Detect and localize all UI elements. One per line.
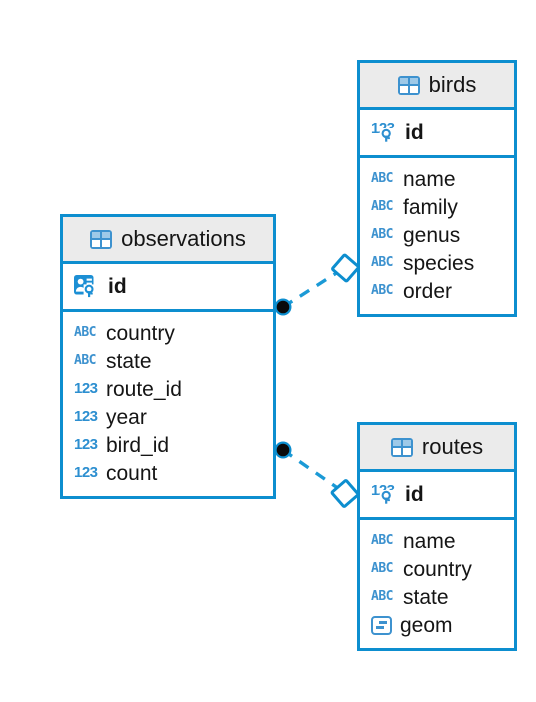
number-key-icon: 123 xyxy=(371,483,397,505)
field-row[interactable]: ABC country xyxy=(63,319,273,347)
relationship-line xyxy=(282,270,339,309)
field-row[interactable]: ABC state xyxy=(63,347,273,375)
field-label: name xyxy=(403,167,456,191)
table-icon xyxy=(90,229,113,249)
field-label: name xyxy=(403,529,456,553)
abc-icon: ABC xyxy=(371,589,393,604)
record-key-icon xyxy=(74,274,100,298)
relationship-endpoint-circle xyxy=(276,300,290,314)
field-label: species xyxy=(403,251,475,275)
field-label: geom xyxy=(400,613,453,637)
field-label: family xyxy=(403,195,458,219)
entity-observations[interactable]: observations id ABC country ABC state 12… xyxy=(60,214,276,499)
abc-icon: ABC xyxy=(371,561,393,576)
relationship-endpoint-circle-outer xyxy=(274,441,292,459)
field-label: id xyxy=(405,120,424,144)
field-row-pk[interactable]: 123 id xyxy=(360,480,514,508)
entity-title: birds xyxy=(428,72,477,97)
field-row[interactable]: ABC state xyxy=(360,583,514,611)
abc-icon: ABC xyxy=(74,325,96,340)
field-label: country xyxy=(403,557,472,581)
blob-icon xyxy=(371,615,392,635)
field-row[interactable]: 123 year xyxy=(63,403,273,431)
relationship-endpoint-diamond xyxy=(331,253,360,283)
abc-icon: ABC xyxy=(371,533,393,548)
entity-title: observations xyxy=(121,226,246,251)
er-diagram-canvas: birds 123 id ABC name xyxy=(0,0,536,702)
number-key-icon: 123 xyxy=(371,121,397,143)
entity-fields-observations: ABC country ABC state 123 route_id 123 y… xyxy=(63,312,273,496)
field-label: id xyxy=(405,482,424,506)
field-label: genus xyxy=(403,223,461,247)
entity-keys-observations: id xyxy=(63,264,273,312)
entity-fields-birds: ABC name ABC family ABC genus ABC specie… xyxy=(360,158,514,314)
abc-icon: ABC xyxy=(371,283,393,298)
table-icon xyxy=(397,75,420,95)
field-label: order xyxy=(403,279,453,303)
abc-icon: ABC xyxy=(371,199,393,214)
entity-fields-routes: ABC name ABC country ABC state geom xyxy=(360,520,514,648)
table-icon xyxy=(390,437,413,457)
abc-icon: ABC xyxy=(371,227,393,242)
relationship-observations-birds[interactable] xyxy=(274,253,360,316)
field-label: route_id xyxy=(106,377,182,401)
entity-title: routes xyxy=(421,434,484,459)
field-row[interactable]: geom xyxy=(360,611,514,639)
number-icon: 123 xyxy=(74,436,98,453)
number-icon: 123 xyxy=(74,408,98,425)
field-row[interactable]: 123 count xyxy=(63,459,273,487)
field-row-pk[interactable]: id xyxy=(63,272,273,300)
field-label: state xyxy=(403,585,449,609)
entity-routes[interactable]: routes 123 id ABC name xyxy=(357,422,517,651)
entity-keys-routes: 123 id xyxy=(360,472,514,520)
number-icon: 123 xyxy=(74,464,98,481)
relationship-endpoint-circle-outer xyxy=(274,298,292,316)
field-label: count xyxy=(106,461,158,485)
entity-birds[interactable]: birds 123 id ABC name xyxy=(357,60,517,317)
entity-header-birds[interactable]: birds xyxy=(360,63,514,110)
field-row[interactable]: ABC order xyxy=(360,277,514,305)
field-label: year xyxy=(106,405,147,429)
field-row[interactable]: ABC country xyxy=(360,555,514,583)
relationship-endpoint-circle xyxy=(276,443,290,457)
field-label: country xyxy=(106,321,175,345)
entity-header-routes[interactable]: routes xyxy=(360,425,514,472)
entity-header-observations[interactable]: observations xyxy=(63,217,273,264)
field-row-pk[interactable]: 123 id xyxy=(360,118,514,146)
relationship-line xyxy=(282,448,340,491)
abc-icon: ABC xyxy=(371,255,393,270)
entity-keys-birds: 123 id xyxy=(360,110,514,158)
abc-icon: ABC xyxy=(371,171,393,186)
relationship-observations-routes[interactable] xyxy=(274,441,360,508)
relationship-endpoint-diamond xyxy=(330,479,360,508)
field-row[interactable]: ABC name xyxy=(360,165,514,193)
field-label: bird_id xyxy=(106,433,170,457)
field-row[interactable]: ABC family xyxy=(360,193,514,221)
field-label: id xyxy=(108,274,127,298)
field-row[interactable]: 123 bird_id xyxy=(63,431,273,459)
abc-icon: ABC xyxy=(74,353,96,368)
field-row[interactable]: ABC genus xyxy=(360,221,514,249)
field-label: state xyxy=(106,349,152,373)
field-row[interactable]: ABC name xyxy=(360,527,514,555)
field-row[interactable]: 123 route_id xyxy=(63,375,273,403)
number-icon: 123 xyxy=(74,380,98,397)
field-row[interactable]: ABC species xyxy=(360,249,514,277)
